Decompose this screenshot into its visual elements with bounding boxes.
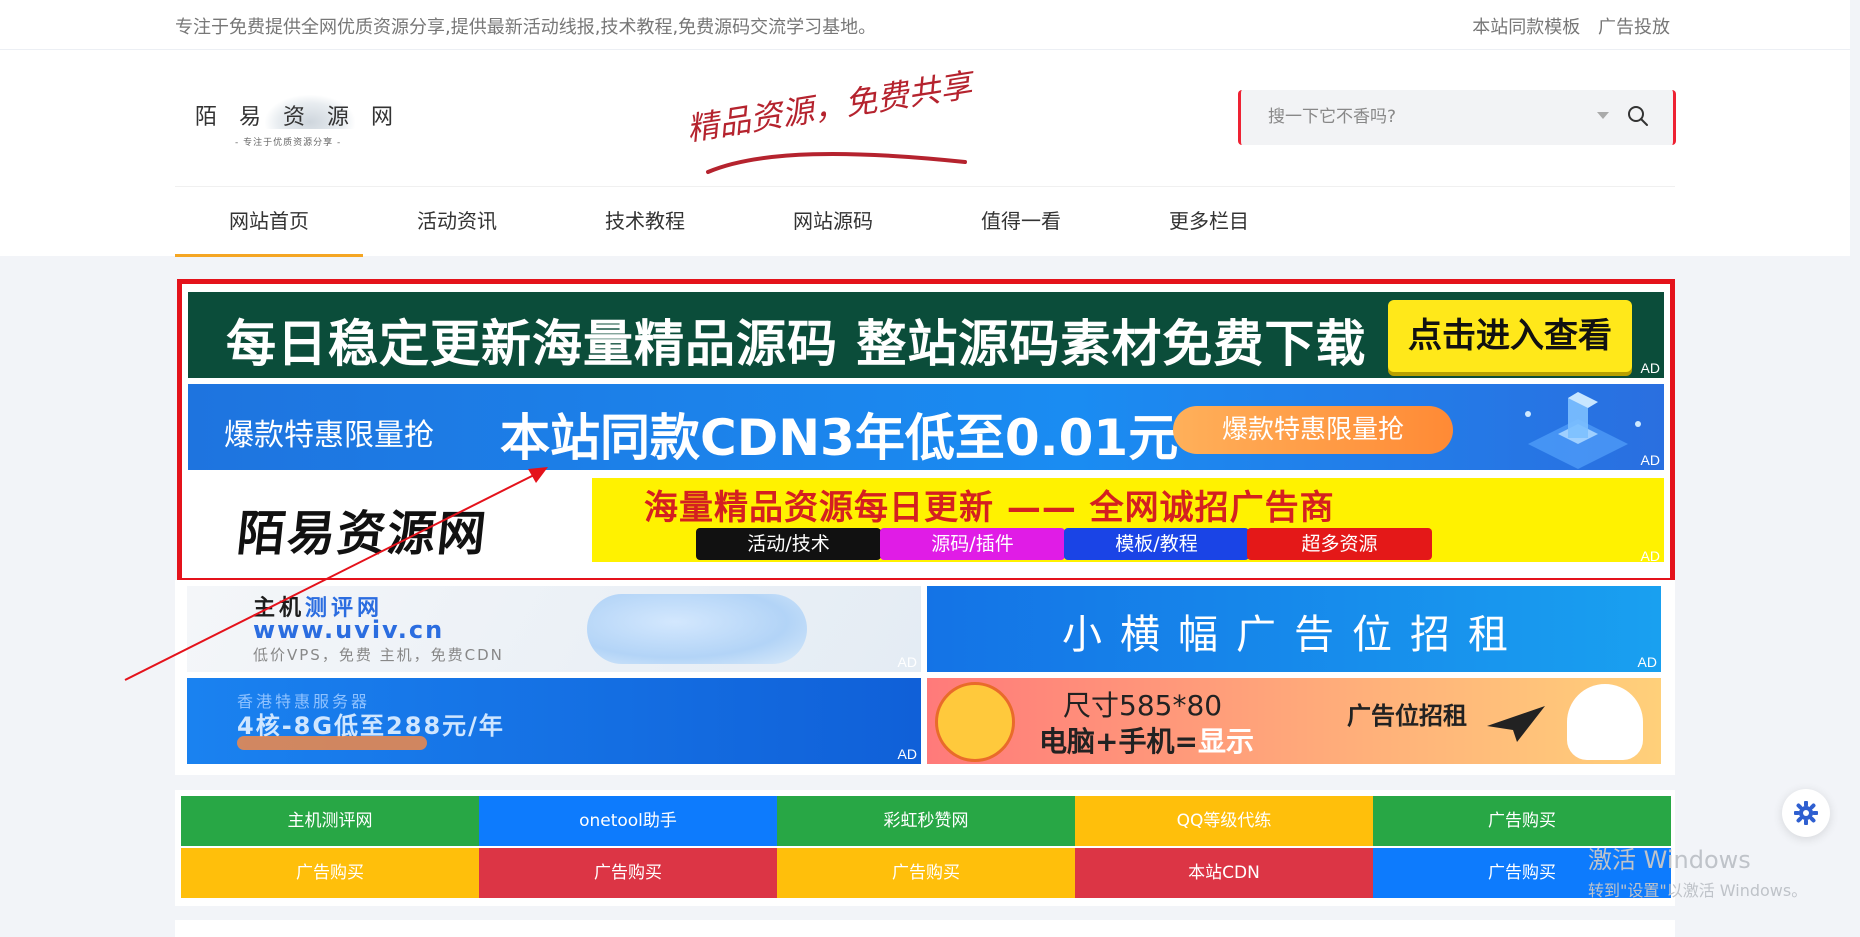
- settings-button[interactable]: [1782, 789, 1830, 837]
- ad-size-text: 尺寸585*80: [1063, 689, 1223, 722]
- ad-banner-left-text: 爆款特惠限量抢: [224, 418, 434, 453]
- ad-small-banner-rent[interactable]: 小横幅广告位招租 AD: [927, 586, 1661, 672]
- ad-banner-text: 每日稳定更新海量精品源码 整站源码素材免费下载: [226, 315, 1367, 373]
- nav-item-news[interactable]: 活动资讯: [363, 187, 551, 257]
- nav-item-worth-seeing[interactable]: 值得一看: [927, 187, 1115, 257]
- friend-link[interactable]: 广告购买: [479, 848, 777, 898]
- ad-banner-pill: 爆款特惠限量抢: [1173, 406, 1453, 454]
- ad-banner-group: 每日稳定更新海量精品源码 整站源码素材免费下载 点击进入查看 AD 爆款特惠限量…: [177, 279, 1675, 583]
- ad-tag-template[interactable]: 模板/教程: [1064, 528, 1249, 560]
- ad-host-url: www.uviv.cn: [253, 616, 445, 644]
- ad-rent-text: 小横幅广告位招租: [1062, 612, 1526, 658]
- ad-tag-resources[interactable]: 超多资源: [1247, 528, 1432, 560]
- ad-banner-main-text: 本站同款CDN3年低至0.01元: [500, 409, 1179, 467]
- nav-item-more[interactable]: 更多栏目: [1115, 187, 1303, 257]
- ad-label: AD: [1640, 360, 1660, 376]
- small-ad-grid: 主机测评网 www.uviv.cn 低价VPS，免费 主机，免费CDN AD 小…: [175, 580, 1675, 775]
- friend-link[interactable]: 彩虹秒赞网: [777, 796, 1075, 846]
- ad-server-button: [237, 736, 427, 750]
- site-tagline: 专注于免费提供全网优质资源分享,提供最新活动线报,技术教程,免费源码交流学习基地…: [175, 17, 877, 38]
- friend-link[interactable]: 广告购买: [1373, 796, 1671, 846]
- ad-label: AD: [897, 746, 917, 762]
- search-box: [1238, 90, 1676, 145]
- nav-item-home[interactable]: 网站首页: [175, 187, 363, 257]
- logo-title: 陌易资源网: [195, 105, 416, 130]
- caret-down-icon[interactable]: [1597, 112, 1609, 119]
- logo-subtitle: - 专注于优质资源分享 -: [235, 138, 342, 148]
- watermark-title: 激活 Windows: [1588, 846, 1751, 874]
- paper-plane-icon: [1487, 706, 1545, 742]
- cat-mascot-icon: [1567, 684, 1643, 760]
- ad-banner-headline: 海量精品资源每日更新 —— 全网诚招广告商: [644, 488, 1335, 528]
- cartoon-face-icon: [935, 682, 1015, 762]
- friend-link[interactable]: 本站CDN: [1075, 848, 1373, 898]
- slogan-brush-stroke: [706, 151, 967, 174]
- friend-links: 主机测评网 onetool助手 彩虹秒赞网 QQ等级代练 广告购买 广告购买 广…: [175, 790, 1675, 906]
- gear-icon: [1794, 801, 1818, 825]
- search-input[interactable]: [1268, 102, 1578, 132]
- watermark-subtitle: 转到"设置"以激活 Windows。: [1588, 881, 1808, 900]
- ad-label: AD: [897, 654, 917, 670]
- ad-banner-source-code[interactable]: 每日稳定更新海量精品源码 整站源码素材免费下载 点击进入查看 AD: [188, 292, 1664, 378]
- friend-link[interactable]: 广告购买: [777, 848, 1075, 898]
- ad-label: AD: [1640, 548, 1660, 564]
- ad-banner-yellow-panel: 海量精品资源每日更新 —— 全网诚招广告商 活动/技术 源码/插件 模板/教程 …: [592, 478, 1664, 562]
- nav-item-tutorials[interactable]: 技术教程: [551, 187, 739, 257]
- ad-label: AD: [1640, 452, 1660, 468]
- ad-display-text: 电脑+手机=显示: [1039, 725, 1254, 758]
- ad-size-rent[interactable]: 尺寸585*80 电脑+手机=显示 广告位招租: [927, 678, 1661, 764]
- windows-activation-watermark: 激活 Windows 转到"设置"以激活 Windows。: [1588, 840, 1807, 901]
- ad-tag-source[interactable]: 源码/插件: [880, 528, 1065, 560]
- friend-link[interactable]: QQ等级代练: [1075, 796, 1373, 846]
- next-section-edge: [175, 920, 1675, 937]
- ad-banner-cdn[interactable]: 爆款特惠限量抢 本站同款CDN3年低至0.01元 爆款特惠限量抢 AD: [188, 384, 1664, 470]
- ad-rent-label: 广告位招租: [1347, 702, 1467, 730]
- server-illustration-icon: [1525, 392, 1641, 469]
- ad-hk-server[interactable]: 香港特惠服务器 4核-8G低至288元/年 AD: [187, 678, 921, 764]
- ad-tag-activity[interactable]: 活动/技术: [696, 528, 881, 560]
- search-icon[interactable]: [1626, 104, 1650, 128]
- nav-item-source[interactable]: 网站源码: [739, 187, 927, 257]
- same-template-link[interactable]: 本站同款模板: [1472, 17, 1580, 38]
- ad-placement-link[interactable]: 广告投放: [1598, 17, 1670, 38]
- header: 陌易资源网 - 专注于优质资源分享 - 精品资源，免费共享 网站首页 活动资讯 …: [0, 50, 1850, 257]
- ad-host-review[interactable]: 主机测评网 www.uviv.cn 低价VPS，免费 主机，免费CDN AD: [187, 586, 921, 672]
- enter-view-button[interactable]: 点击进入查看: [1388, 300, 1632, 372]
- friend-link[interactable]: 主机测评网: [181, 796, 479, 846]
- friend-link[interactable]: 广告购买: [181, 848, 479, 898]
- top-links: 本站同款模板 广告投放: [1460, 13, 1670, 39]
- ad-label: AD: [1637, 654, 1657, 670]
- ad-banner-signature: 陌易资源网: [234, 506, 491, 562]
- ad-host-desc: 低价VPS，免费 主机，免费CDN: [253, 646, 504, 664]
- slogan-calligraphy: 精品资源，免费共享: [680, 66, 975, 180]
- ad-banner-recruit[interactable]: 陌易资源网 海量精品资源每日更新 —— 全网诚招广告商 活动/技术 源码/插件 …: [188, 474, 1664, 566]
- site-logo[interactable]: 陌易资源网 - 专注于优质资源分享 -: [195, 95, 395, 155]
- cloud-illustration-icon: [587, 594, 807, 664]
- top-bar: 专注于免费提供全网优质资源分享,提供最新活动线报,技术教程,免费源码交流学习基地…: [0, 0, 1850, 50]
- main-nav: 网站首页 活动资讯 技术教程 网站源码 值得一看 更多栏目: [175, 186, 1675, 257]
- friend-link[interactable]: onetool助手: [479, 796, 777, 846]
